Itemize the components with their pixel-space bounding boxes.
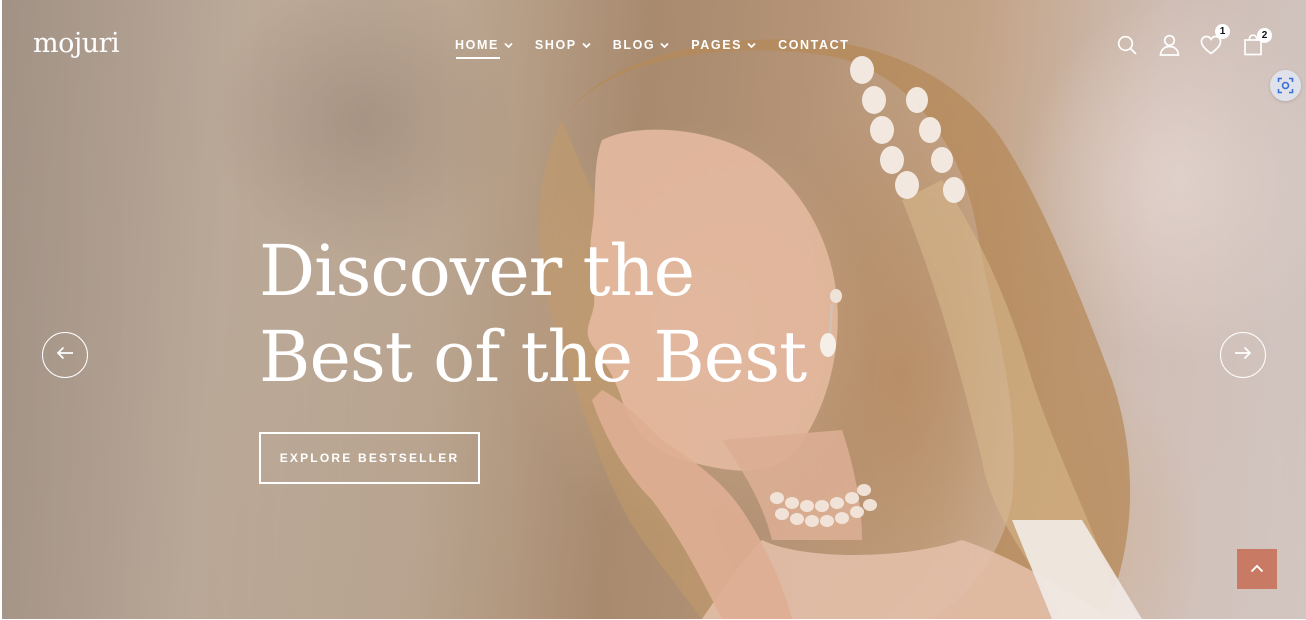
nav-item-contact[interactable]: CONTACT — [778, 38, 849, 52]
nav-item-label: PAGES — [691, 38, 743, 52]
nav-item-label: SHOP — [534, 38, 577, 52]
hero-headline: Discover the Best of the Best — [259, 228, 807, 400]
hero-headline-line-1: Discover the — [259, 230, 695, 312]
active-underline — [456, 57, 500, 59]
user-icon[interactable] — [1156, 32, 1182, 58]
nav-item-home[interactable]: HOME — [455, 38, 513, 59]
chevron-down-icon — [504, 42, 513, 49]
chevron-down-icon — [747, 42, 756, 49]
nav-item-label: CONTACT — [778, 38, 850, 52]
brand-logo[interactable]: mojuri — [33, 28, 120, 59]
arrow-right-icon — [1234, 346, 1252, 365]
hero-headline-line-2: Best of the Best — [259, 316, 807, 398]
slider-prev-button[interactable] — [42, 332, 88, 378]
chevron-down-icon — [660, 42, 669, 49]
main-navigation: HOME SHOP BLOG PAGES CONTACT — [455, 38, 871, 59]
header-actions: 1 2 — [1114, 24, 1274, 60]
explore-bestseller-button[interactable]: EXPLORE BESTSELLER — [259, 432, 480, 484]
heart-icon[interactable]: 1 — [1198, 24, 1230, 58]
nav-item-pages[interactable]: PAGES — [691, 38, 756, 52]
screenshot-scan-icon[interactable] — [1270, 70, 1301, 101]
nav-item-shop[interactable]: SHOP — [535, 38, 591, 52]
wishlist-count-badge: 1 — [1215, 24, 1230, 39]
shopping-bag-icon[interactable]: 2 — [1240, 28, 1272, 58]
nav-item-label: BLOG — [612, 38, 656, 52]
cart-count-badge: 2 — [1257, 28, 1272, 43]
hero-slider: mojuri HOME SHOP BLOG PAGES CONTACT 1 2 … — [2, 0, 1306, 619]
slider-next-button[interactable] — [1220, 332, 1266, 378]
chevron-down-icon — [582, 42, 591, 49]
back-to-top-button[interactable] — [1237, 549, 1277, 589]
search-icon[interactable] — [1114, 32, 1140, 58]
arrow-left-icon — [56, 346, 74, 365]
nav-item-label: HOME — [455, 38, 499, 52]
nav-item-blog[interactable]: BLOG — [613, 38, 670, 52]
chevron-up-icon — [1250, 560, 1264, 578]
